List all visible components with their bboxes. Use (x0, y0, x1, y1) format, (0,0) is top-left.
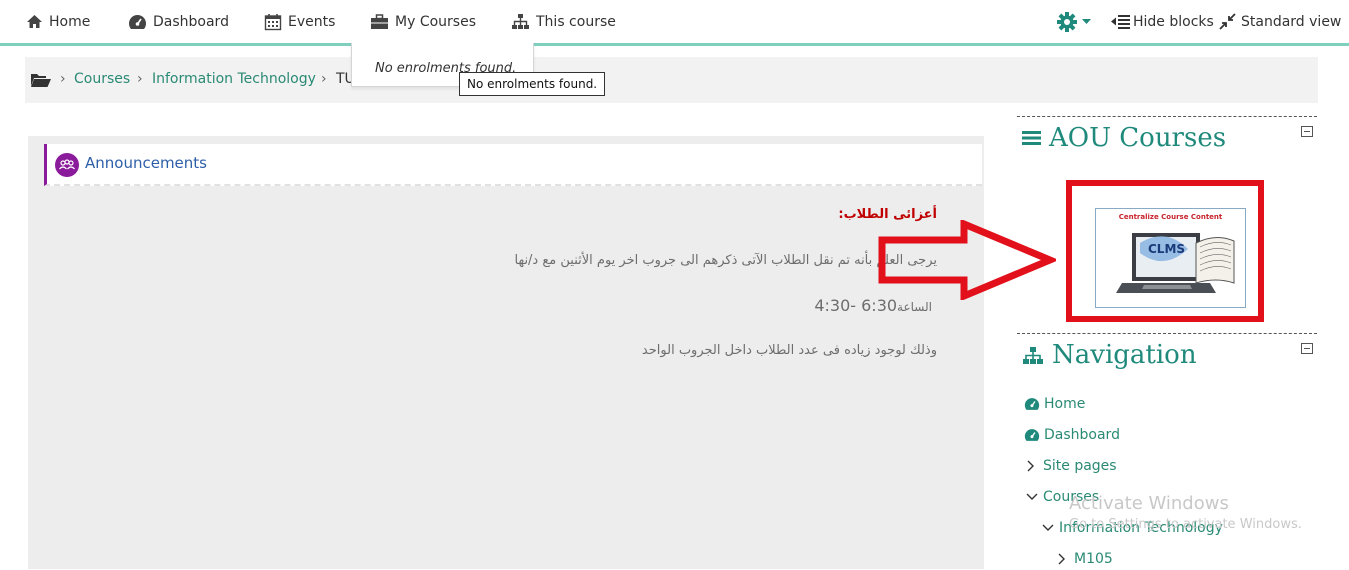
aou-courses-title: AOU Courses (1022, 123, 1226, 153)
announcement-line-1: يرجى العلم بأنه تم نقل الطلاب الآتى ذكره… (514, 253, 937, 268)
settings-menu[interactable] (1056, 0, 1097, 43)
breadcrumb-courses[interactable]: Courses (74, 71, 130, 87)
hide-blocks-button[interactable]: Hide blocks (1111, 0, 1214, 43)
dashboard-icon (128, 14, 147, 29)
chevron-down-icon (1026, 493, 1038, 500)
collapse-icon[interactable] (1301, 126, 1313, 137)
nav-home[interactable]: Home (26, 0, 90, 43)
folder-open-icon (31, 74, 51, 87)
collapse-icon[interactable] (1301, 343, 1313, 354)
standard-view-label: Standard view (1241, 13, 1342, 30)
gear-icon (1057, 11, 1077, 32)
sitemap-icon (1023, 346, 1043, 364)
announcements-header: Announcements (44, 144, 982, 186)
laptop-book-logo-icon: CLMS (1116, 233, 1235, 293)
activate-windows-watermark: Activate Windows (1069, 493, 1229, 514)
breadcrumb-separator: › (321, 71, 327, 87)
calendar-icon (264, 13, 282, 30)
hide-blocks-label: Hide blocks (1133, 13, 1214, 30)
home-icon (27, 15, 42, 28)
dashboard-icon (1024, 398, 1040, 410)
chevron-right-icon (1027, 460, 1034, 472)
activate-windows-subtitle: Go to Settings to activate Windows. (1069, 517, 1302, 532)
aou-courses-title-text: AOU Courses (1049, 123, 1227, 153)
nav-my-courses-label: My Courses (395, 13, 476, 30)
nav-home-label: Home (49, 13, 91, 30)
breadcrumb: › Courses › Information Technology › TU (25, 57, 1318, 103)
clms-logo-link[interactable]: Centralize Course Content CLMS (1095, 208, 1246, 308)
navigation-title: Navigation (1022, 340, 1197, 370)
clms-logo-text: CLMS (1148, 242, 1185, 256)
navigation-site-pages-label: Site pages (1043, 458, 1117, 474)
announcement-time-label: الساعة (897, 300, 932, 314)
breadcrumb-separator: › (60, 71, 66, 87)
compress-icon (1219, 13, 1236, 30)
sitemap-icon (512, 14, 529, 29)
navigation-dashboard-label: Dashboard (1044, 427, 1120, 443)
forum-icon (55, 153, 79, 177)
navigation-title-text: Navigation (1052, 340, 1197, 370)
navigation-home[interactable]: Home (1024, 396, 1085, 412)
nav-my-courses[interactable]: My Courses (370, 0, 476, 43)
standard-view-button[interactable]: Standard view (1219, 0, 1341, 43)
briefcase-icon (371, 13, 388, 29)
tooltip: No enrolments found. (459, 72, 606, 96)
navigation-site-pages[interactable]: Site pages (1026, 458, 1117, 474)
nav-events[interactable]: Events (264, 0, 335, 43)
dashboard-icon (1024, 429, 1040, 441)
navigation-dashboard[interactable]: Dashboard (1024, 427, 1120, 443)
breadcrumb-information-technology[interactable]: Information Technology (152, 71, 316, 87)
navigation-m105-label: M105 (1074, 551, 1113, 567)
nav-dashboard[interactable]: Dashboard (128, 0, 229, 43)
logo-caption: Centralize Course Content (1118, 213, 1223, 221)
navigation-m105[interactable]: M105 (1057, 551, 1113, 567)
hide-blocks-icon (1111, 15, 1130, 29)
announcements-link[interactable]: Announcements (85, 154, 207, 172)
nav-dashboard-label: Dashboard (153, 13, 229, 30)
nav-events-label: Events (288, 13, 336, 30)
course-content-region: Announcements أعزائى الطلاب: يرجى العلم … (28, 136, 984, 569)
caret-down-icon (1082, 18, 1091, 24)
chevron-down-icon (1042, 524, 1054, 531)
bars-icon (1022, 131, 1041, 145)
nav-this-course-label: This course (536, 13, 616, 30)
announcement-line-3: وذلك لوجود زياده فى عدد الطلاب داخل الجر… (641, 343, 937, 358)
navigation-home-label: Home (1044, 396, 1086, 412)
top-navbar: Home Dashboard Events My Courses This co… (0, 0, 1349, 46)
nav-this-course[interactable]: This course (511, 0, 616, 43)
breadcrumb-separator: › (137, 71, 143, 87)
chevron-right-icon (1058, 553, 1065, 565)
